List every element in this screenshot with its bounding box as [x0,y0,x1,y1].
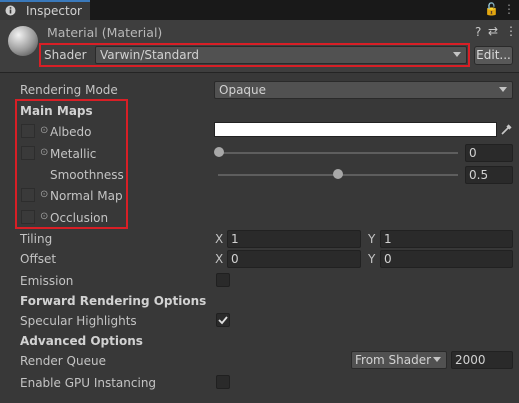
smoothness-label: Smoothness [50,168,124,182]
advanced-options-heading: Advanced Options [20,334,143,348]
occlusion-label: Occlusion [50,211,109,225]
occlusion-texture-slot[interactable] [21,210,35,224]
rendering-mode-value: Opaque [219,83,267,97]
gpu-instancing-label: Enable GPU Instancing [20,376,157,390]
metallic-slider-thumb[interactable] [214,147,224,157]
specular-highlights-label: Specular Highlights [20,314,137,328]
material-title: Material (Material) [47,25,163,40]
render-queue-label: Render Queue [20,354,106,368]
emission-checkbox[interactable] [216,273,230,287]
menu-icon[interactable]: ⋮ [503,2,515,16]
chevron-down-icon [453,52,461,57]
object-picker-icon[interactable]: ⊙ [40,211,48,222]
offset-label: Offset [20,252,57,266]
rendering-mode-dropdown[interactable]: Opaque [214,81,513,99]
lock-icon[interactable]: 🔓 [484,2,499,16]
edit-shader-button[interactable]: Edit... [474,46,513,65]
smoothness-value-field[interactable]: 0.5 [465,166,513,184]
albedo-label: Albedo [50,125,92,139]
object-picker-icon[interactable]: ⊙ [40,147,48,158]
checkmark-icon [218,316,228,325]
object-picker-icon[interactable]: ⊙ [40,189,48,200]
render-queue-source-dropdown[interactable]: From Shader [351,351,447,369]
forward-rendering-heading: Forward Rendering Options [20,294,207,308]
rendering-mode-label: Rendering Mode [20,83,118,97]
metallic-slider-track[interactable] [218,152,458,154]
eyedropper-icon[interactable] [500,123,513,136]
normal-map-label: Normal Map [50,189,123,203]
normal-map-texture-slot[interactable] [21,188,35,202]
more-vert-icon[interactable]: ⋮ [505,24,517,38]
shader-label: Shader [44,48,87,62]
render-queue-value-field[interactable]: 2000 [451,351,513,369]
chevron-down-icon [433,357,441,362]
specular-highlights-checkbox[interactable] [216,313,230,327]
emission-label: Emission [20,274,74,288]
smoothness-slider-thumb[interactable] [333,169,343,179]
main-maps-heading: Main Maps [20,104,93,118]
albedo-texture-slot[interactable] [21,124,35,138]
chevron-down-icon [499,87,507,92]
gpu-instancing-checkbox[interactable] [216,375,230,389]
metallic-texture-slot[interactable] [21,146,35,160]
tiling-y-field[interactable]: 1 [380,230,513,248]
offset-x-label: X [215,252,224,266]
render-queue-source-value: From Shader [355,353,432,367]
shader-dropdown[interactable]: Varwin/Standard [95,46,467,64]
tab-inspector[interactable]: Inspector [0,0,90,20]
object-picker-icon[interactable]: ⊙ [40,125,48,136]
offset-y-field[interactable]: 0 [380,250,513,268]
offset-x-field[interactable]: 0 [227,250,361,268]
tiling-x-label: X [215,232,224,246]
tiling-y-label: Y [368,232,376,246]
shader-value: Varwin/Standard [100,48,199,62]
material-preview-sphere [8,26,38,56]
tab-label: Inspector [26,4,82,18]
offset-y-label: Y [368,252,376,266]
albedo-color-field[interactable] [214,122,497,137]
info-icon [5,5,16,16]
metallic-value-field[interactable]: 0 [465,144,513,162]
metallic-label: Metallic [50,147,97,161]
tiling-label: Tiling [20,232,53,246]
tiling-x-field[interactable]: 1 [227,230,361,248]
settings-sliders-icon[interactable]: ⇄ [488,24,498,38]
help-icon[interactable]: ? [475,25,481,39]
